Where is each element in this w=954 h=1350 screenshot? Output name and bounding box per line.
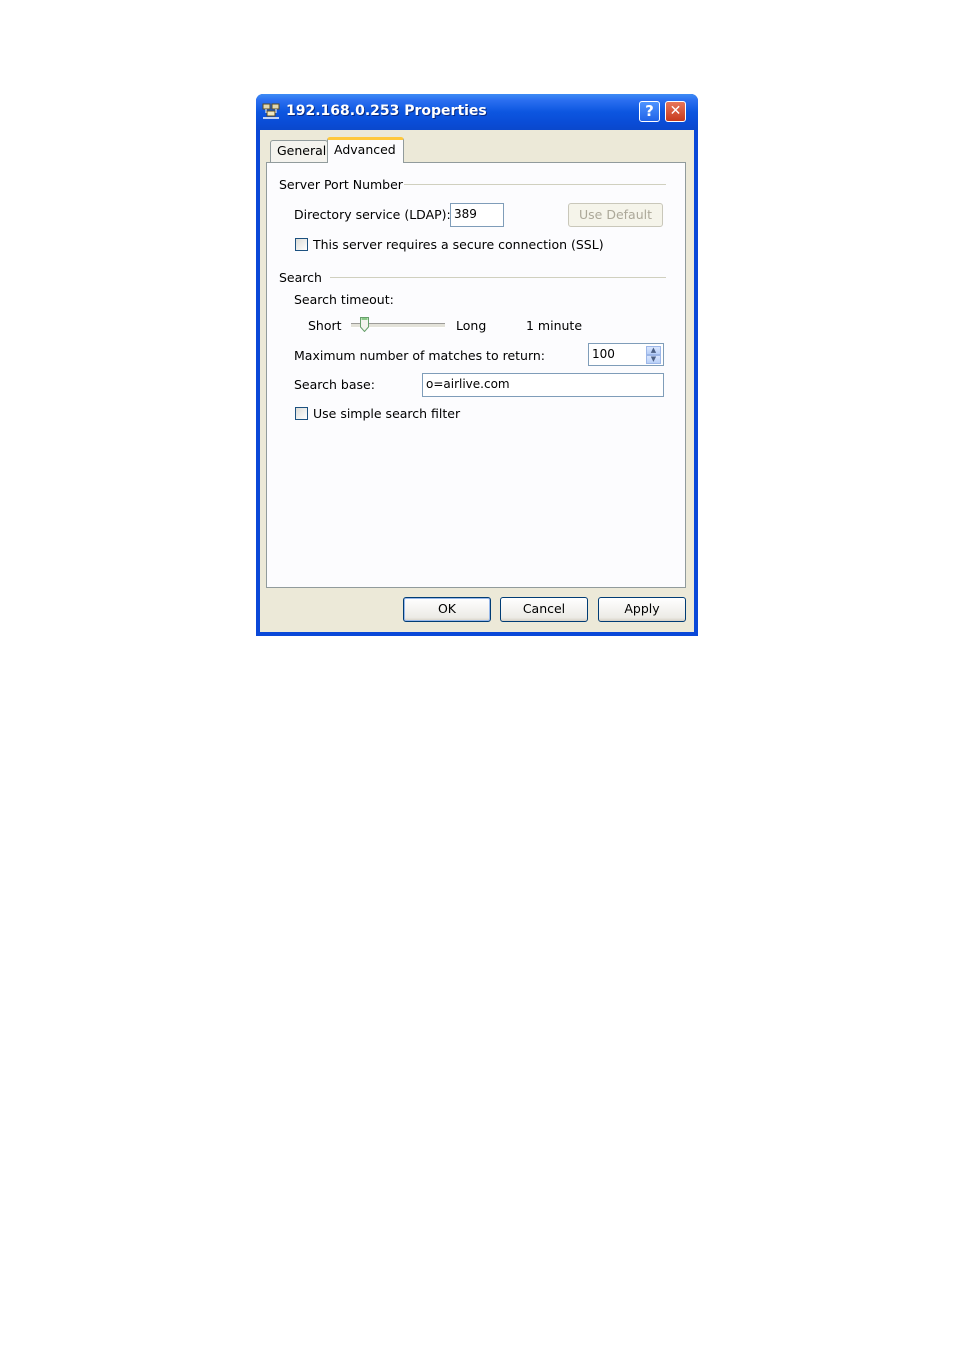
search-timeout-label: Search timeout: [294,292,394,307]
use-default-button[interactable]: Use Default [568,203,663,227]
timeout-value: 1 minute [526,318,583,333]
slider-short-label: Short [308,318,342,333]
search-group-label: Search [279,270,322,285]
ldap-label: Directory service (LDAP): [294,207,451,222]
group-divider [404,184,666,185]
max-matches-spinner[interactable]: 100 ▲ ▼ [588,343,664,366]
help-button[interactable]: ? [639,101,660,122]
properties-dialog: 192.168.0.253 Properties ? ✕ General Adv… [256,94,698,636]
max-matches-label: Maximum number of matches to return: [294,348,546,363]
search-base-label: Search base: [294,377,375,392]
help-icon: ? [645,102,654,120]
slider-thumb[interactable] [360,317,369,332]
spin-up-icon[interactable]: ▲ [646,346,661,355]
network-computers-icon [262,103,280,119]
ssl-checkbox[interactable] [295,238,308,251]
spin-down-icon[interactable]: ▼ [646,355,661,364]
search-timeout-slider[interactable] [351,315,447,335]
slider-long-label: Long [456,318,487,333]
advanced-tab-panel: Server Port Number Directory service (LD… [266,162,686,588]
simple-filter-checkbox[interactable] [295,407,308,420]
close-button[interactable]: ✕ [665,101,686,122]
simple-filter-label: Use simple search filter [313,406,461,421]
ok-button[interactable]: OK [403,597,491,622]
dialog-client-area: General Advanced Server Port Number Dire… [260,130,694,632]
title-bar[interactable]: 192.168.0.253 Properties ? ✕ [256,94,698,130]
tab-general[interactable]: General [270,140,328,162]
tab-advanced[interactable]: Advanced [327,137,404,163]
search-base-input[interactable]: o=airlive.com [422,373,664,397]
group-divider [330,277,666,278]
ldap-port-input[interactable]: 389 [450,203,504,227]
window-title: 192.168.0.253 Properties [286,103,487,119]
ssl-label: This server requires a secure connection… [313,237,604,252]
max-matches-value: 100 [592,347,615,361]
apply-button[interactable]: Apply [598,597,686,622]
server-port-group-label: Server Port Number [279,177,403,192]
close-icon: ✕ [669,103,682,119]
cancel-button[interactable]: Cancel [500,597,588,622]
